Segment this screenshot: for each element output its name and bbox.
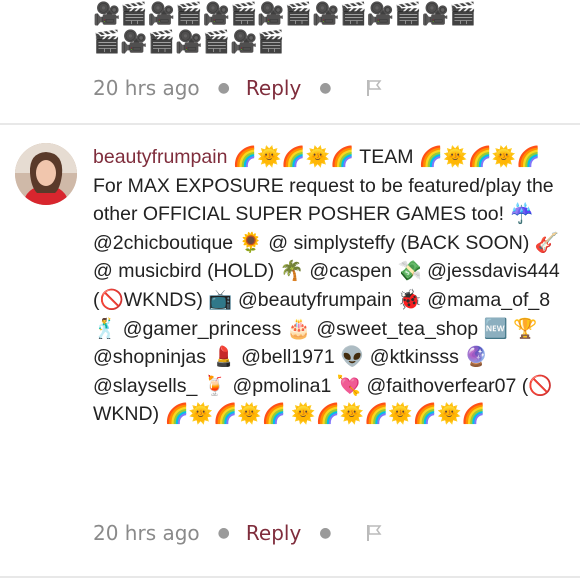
avatar-image [15,143,77,205]
separator-dot: ● [217,525,230,541]
timestamp: 20 hrs ago [93,76,200,100]
emoji-line: 🎬🎥🎬🎥🎬🎥🎬 [93,30,285,55]
divider [0,123,580,125]
comment-text: beautyfrumpain 🌈🌞🌈🌞🌈 TEAM 🌈🌞🌈🌞🌈 For MAX … [93,143,563,429]
flag-icon[interactable] [366,79,382,97]
comment-meta: 20 hrs ago ● Reply ● [93,76,382,100]
comment-body: 🌈🌞🌈🌞🌈 TEAM 🌈🌞🌈🌞🌈 For MAX EXPOSURE reques… [93,146,560,426]
username-link[interactable]: beautyfrumpain [93,146,227,168]
separator-dot: ● [319,525,332,541]
comment-meta: 20 hrs ago ● Reply ● [93,521,382,545]
flag-icon[interactable] [366,524,382,542]
emoji-line: 🎥🎬🎥🎬🎥🎬🎥🎬🎥🎬🎥🎬🎥🎬 [93,2,477,27]
avatar[interactable] [15,143,77,205]
reply-button[interactable]: Reply [246,521,301,545]
separator-dot: ● [217,80,230,96]
divider [0,576,580,578]
separator-dot: ● [319,80,332,96]
timestamp: 20 hrs ago [93,521,200,545]
reply-button[interactable]: Reply [246,76,301,100]
